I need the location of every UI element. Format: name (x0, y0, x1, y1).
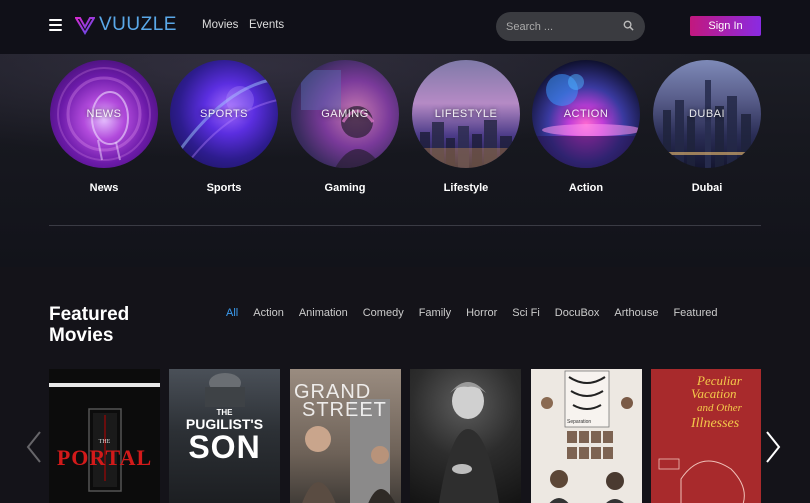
logo-text: VUUZLE (99, 14, 177, 35)
category-action-label[interactable]: Action (531, 182, 641, 194)
section-divider (49, 225, 761, 226)
category-gaming-overlay-text: GAMING (321, 108, 369, 120)
movie-poster-peculiar-vacation[interactable]: Peculiar Vacation and Other Illnesses (651, 369, 761, 503)
peculiar-title3: and Other (697, 402, 742, 414)
search-box[interactable] (496, 12, 645, 41)
movie-poster-the-pugilists-son[interactable]: THE PUGILIST'S SON (169, 369, 280, 503)
vuuzle-logo[interactable]: VUUZLE (75, 14, 177, 36)
peculiar-title2: Vacation (691, 386, 737, 401)
category-news[interactable]: NEWS News (49, 60, 159, 194)
category-lifestyle[interactable]: LIFESTYLE Lifestyle (411, 60, 521, 194)
nav-link-movies[interactable]: Movies (202, 19, 238, 31)
category-sports-overlay-text: SPORTS (199, 108, 249, 120)
category-lifestyle-overlay-text: LIFESTYLE (434, 108, 498, 120)
filter-tab-horror[interactable]: Horror (466, 307, 497, 319)
category-dubai-image[interactable]: DUBAI (653, 60, 761, 168)
separation-title: Separation (567, 419, 592, 425)
movie-poster-the-portal[interactable]: THE PORTAL (49, 369, 160, 503)
the-portal-title: PORTAL (56, 445, 153, 470)
movie-poster-carousel: THE PORTAL THE PUGILIST'S SON GRAND STRE… (49, 369, 761, 503)
filter-tab-all[interactable]: All (226, 307, 238, 319)
the-portal-artwork (49, 383, 160, 492)
category-gaming-label[interactable]: Gaming (290, 182, 400, 194)
category-sports-image[interactable]: SPORTS (170, 60, 278, 168)
carousel-prev-arrow-icon[interactable] (24, 430, 46, 464)
category-strip: NEWS News SPORTS Sports GAMING Gaming LI… (0, 54, 810, 267)
filter-tab-docubox[interactable]: DocuBox (555, 307, 600, 319)
category-gaming-image[interactable]: GAMING (291, 60, 399, 168)
movie-poster-grand-street[interactable]: GRAND STREET (290, 369, 401, 503)
search-icon[interactable] (623, 20, 634, 31)
featured-movies-title: Featured Movies (49, 304, 159, 346)
category-dubai-overlay-text: DUBAI (688, 108, 726, 120)
separation-artwork (541, 370, 633, 503)
category-news-overlay-text: NEWS (86, 108, 122, 120)
category-news-label[interactable]: News (49, 182, 159, 194)
carousel-next-arrow-icon[interactable] (763, 430, 785, 464)
category-news-image[interactable]: NEWS (50, 60, 158, 168)
category-dubai-label[interactable]: Dubai (652, 182, 762, 194)
movie-poster-dark-portrait[interactable] (410, 369, 521, 503)
grand-street-title2: STREET (302, 399, 387, 421)
filter-tab-comedy[interactable]: Comedy (363, 307, 404, 319)
filter-tab-action[interactable]: Action (253, 307, 284, 319)
category-sports[interactable]: SPORTS Sports (169, 60, 279, 194)
category-sports-label[interactable]: Sports (169, 182, 279, 194)
filter-tab-arthouse[interactable]: Arthouse (614, 307, 658, 319)
featured-movies-section: Featured Movies All Action Animation Com… (0, 267, 810, 503)
peculiar-title4: Illnesses (691, 416, 740, 431)
nav-link-events[interactable]: Events (249, 19, 284, 31)
category-action[interactable]: ACTION Action (531, 60, 641, 194)
featured-title-line2: Movies (49, 325, 114, 346)
search-input[interactable] (506, 20, 616, 33)
movie-poster-separation[interactable]: Separation (531, 369, 642, 503)
filter-tab-family[interactable]: Family (419, 307, 451, 319)
hamburger-menu-icon[interactable] (49, 19, 62, 31)
genre-filter-tabs: All Action Animation Comedy Family Horro… (226, 307, 732, 319)
top-navbar: VUUZLE Movies Events Sign In (0, 0, 810, 54)
category-gaming[interactable]: GAMING Gaming (290, 60, 400, 194)
category-action-overlay-text: ACTION (563, 108, 609, 120)
filter-tab-scifi[interactable]: Sci Fi (512, 307, 540, 319)
category-action-image[interactable]: ACTION (532, 60, 640, 168)
category-lifestyle-label[interactable]: Lifestyle (411, 182, 521, 194)
filter-tab-featured[interactable]: Featured (673, 307, 717, 319)
featured-title-line1: Featured (49, 304, 130, 325)
filter-tab-animation[interactable]: Animation (299, 307, 348, 319)
category-dubai[interactable]: DUBAI Dubai (652, 60, 762, 194)
sign-in-button[interactable]: Sign In (690, 16, 761, 36)
category-lifestyle-image[interactable]: LIFESTYLE (412, 60, 520, 168)
vuuzle-v-icon (75, 17, 95, 35)
pugilists-son-title2: SON (188, 429, 261, 465)
dark-portrait-artwork (438, 382, 500, 503)
